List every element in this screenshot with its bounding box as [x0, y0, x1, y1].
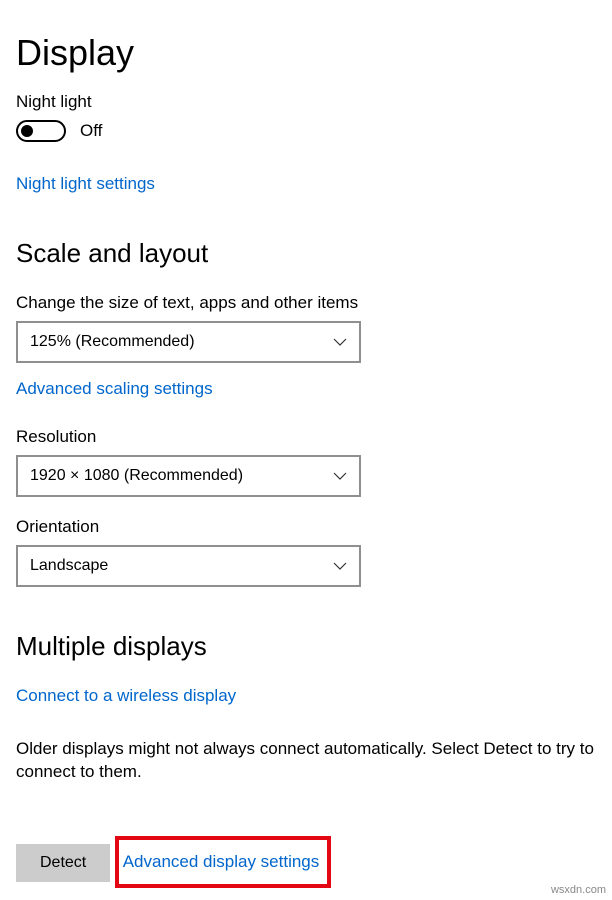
advanced-display-settings-link[interactable]: Advanced display settings	[123, 852, 320, 872]
night-light-state: Off	[80, 121, 102, 141]
size-dropdown[interactable]: 125% (Recommended)	[16, 321, 361, 363]
resolution-dropdown[interactable]: 1920 × 1080 (Recommended)	[16, 455, 361, 497]
detect-info-text: Older displays might not always connect …	[16, 738, 596, 784]
night-light-label: Night light	[16, 92, 596, 112]
chevron-down-icon	[333, 335, 347, 349]
scale-layout-title: Scale and layout	[16, 238, 596, 269]
highlight-box: Advanced display settings	[115, 836, 332, 888]
size-dropdown-value: 125% (Recommended)	[30, 333, 195, 351]
watermark: wsxdn.com	[551, 884, 606, 896]
orientation-dropdown[interactable]: Landscape	[16, 545, 361, 587]
chevron-down-icon	[333, 469, 347, 483]
page-title: Display	[16, 32, 596, 74]
detect-button[interactable]: Detect	[16, 844, 110, 882]
advanced-scaling-link[interactable]: Advanced scaling settings	[16, 379, 213, 399]
night-light-settings-link[interactable]: Night light settings	[16, 174, 155, 194]
toggle-knob-icon	[21, 125, 33, 137]
orientation-dropdown-value: Landscape	[30, 557, 108, 575]
night-light-toggle[interactable]	[16, 120, 66, 142]
orientation-label: Orientation	[16, 517, 596, 537]
resolution-dropdown-value: 1920 × 1080 (Recommended)	[30, 467, 243, 485]
wireless-display-link[interactable]: Connect to a wireless display	[16, 686, 236, 706]
chevron-down-icon	[333, 559, 347, 573]
size-label: Change the size of text, apps and other …	[16, 293, 596, 313]
resolution-label: Resolution	[16, 427, 596, 447]
multiple-displays-title: Multiple displays	[16, 631, 596, 662]
